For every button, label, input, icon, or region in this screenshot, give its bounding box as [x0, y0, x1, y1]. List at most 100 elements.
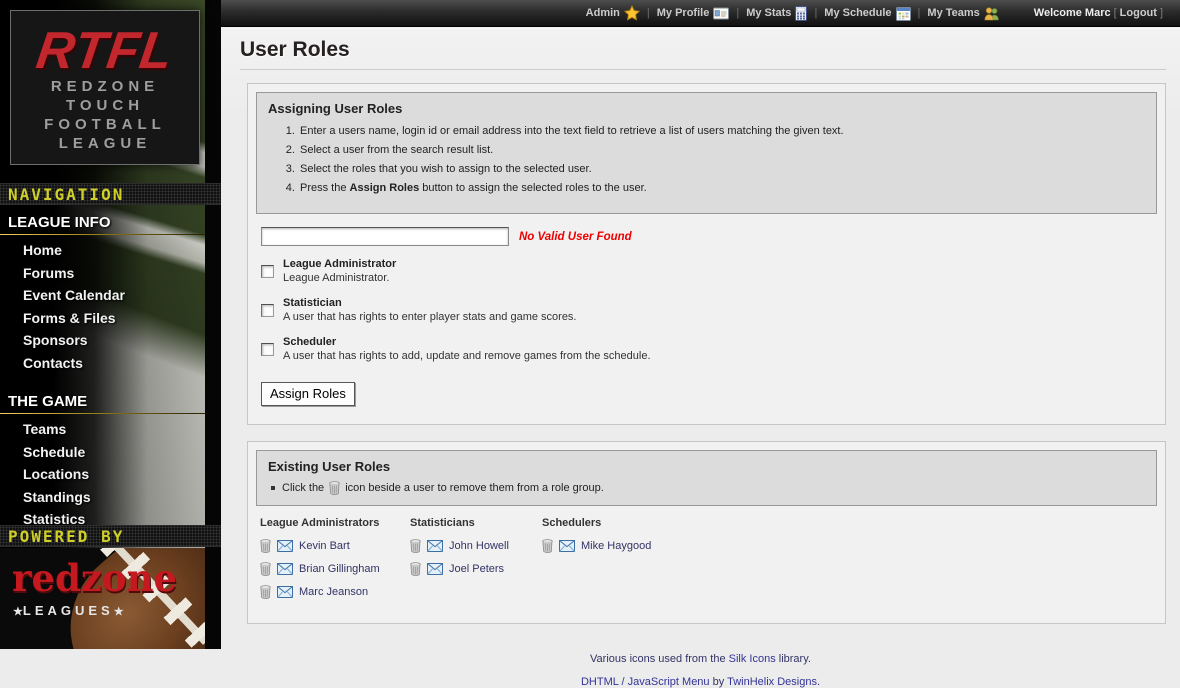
title-divider — [240, 69, 1166, 70]
main-content: User Roles Assigning User Roles Enter a … — [221, 27, 1180, 649]
silk-icons-link[interactable]: Silk Icons — [729, 653, 776, 665]
statistician-checkbox[interactable] — [261, 304, 274, 317]
topbar-my-schedule[interactable]: My Schedule — [824, 6, 910, 21]
remove-user-button[interactable] — [410, 539, 421, 553]
sidebar-item-forms-files[interactable]: Forms & Files — [0, 307, 205, 330]
instruction-step: Select the roles that you wish to assign… — [298, 163, 1145, 176]
user-link[interactable]: Marc Jeanson — [299, 586, 368, 598]
assigning-instructions-box: Assigning User Roles Enter a users name,… — [256, 92, 1157, 214]
instruction-step: Enter a users name, login id or email ad… — [298, 125, 1145, 138]
existing-roles-panel: Existing User Roles Click the icon besid… — [247, 441, 1166, 624]
topbar-separator: | — [918, 7, 921, 19]
user-link[interactable]: Joel Peters — [449, 563, 504, 575]
sidebar-item-contacts[interactable]: Contacts — [0, 352, 205, 375]
user-link[interactable]: Brian Gillingham — [299, 563, 380, 575]
logout-bracket: [ — [1114, 7, 1117, 19]
nav-gap — [0, 374, 205, 386]
star-glyph: ★ — [114, 606, 124, 618]
remove-user-button[interactable] — [410, 562, 421, 576]
user-link[interactable]: Mike Haygood — [581, 540, 651, 552]
instruction-text: Select the roles that you wish to assign… — [300, 163, 592, 175]
topbar-my-teams[interactable]: My Teams — [927, 6, 999, 21]
topbar-my-profile-label: My Profile — [657, 7, 710, 19]
email-icon[interactable] — [559, 540, 575, 552]
topbar-my-stats[interactable]: My Stats — [746, 6, 807, 21]
nav-underline — [0, 413, 205, 414]
remove-user-button[interactable] — [260, 585, 271, 599]
instruction-text: Press the — [300, 182, 350, 194]
league-logo-line: LEAGUE — [11, 134, 199, 153]
role-label: League Administrator — [283, 258, 396, 271]
email-icon[interactable] — [427, 563, 443, 575]
email-icon[interactable] — [427, 540, 443, 552]
topbar-separator: | — [736, 7, 739, 19]
assign-roles-button[interactable]: Assign Roles — [261, 382, 355, 406]
role-option-row: Scheduler A user that has rights to add,… — [261, 336, 1157, 363]
remove-user-button[interactable] — [260, 539, 271, 553]
welcome-text: Welcome Marc — [1034, 7, 1111, 19]
twinhelix-link[interactable]: TwinHelix Designs — [727, 676, 817, 688]
sidebar-item-event-calendar[interactable]: Event Calendar — [0, 284, 205, 307]
star-glyph: ★ — [13, 606, 23, 618]
role-description: League Administrator. — [283, 272, 396, 285]
nav-section-league-info: LEAGUE INFO — [0, 207, 205, 234]
search-status-message: No Valid User Found — [519, 231, 632, 243]
bullet-square — [271, 486, 275, 490]
role-label: Scheduler — [283, 336, 651, 349]
footer-credits-icons: Various icons used from the Silk Icons l… — [221, 653, 1180, 665]
footer-text: by — [710, 676, 728, 688]
sidebar-item-locations[interactable]: Locations — [0, 463, 205, 486]
footer-text: . — [817, 676, 820, 688]
role-option-row: League Administrator League Administrato… — [261, 258, 1157, 285]
group-statisticians: Statisticians John Howell Joel Peters — [410, 517, 542, 607]
user-search-input[interactable] — [261, 227, 509, 246]
calendar-icon — [896, 6, 911, 21]
sidebar: RTFL REDZONE TOUCH FOOTBALL LEAGUE NAVIG… — [0, 0, 221, 649]
topbar: Admin | My Profile | My Stats | My Sched… — [221, 0, 1180, 27]
dhtml-menu-link[interactable]: DHTML / JavaScript Menu — [581, 676, 710, 688]
user-row: Mike Haygood — [542, 538, 651, 554]
leagues-text: LEAGUES — [23, 603, 114, 618]
redzone-leagues-logo: redzone ★LEAGUES★ — [0, 548, 205, 649]
remove-user-button[interactable] — [260, 562, 271, 576]
sidebar-item-standings[interactable]: Standings — [0, 486, 205, 509]
user-link[interactable]: Kevin Bart — [299, 540, 350, 552]
logout-link[interactable]: Logout — [1120, 7, 1157, 19]
topbar-admin[interactable]: Admin — [586, 5, 640, 21]
sidebar-right-strip — [205, 0, 221, 649]
user-link[interactable]: John Howell — [449, 540, 509, 552]
topbar-my-teams-label: My Teams — [927, 7, 979, 19]
league-logo: RTFL REDZONE TOUCH FOOTBALL LEAGUE — [10, 10, 200, 165]
topbar-my-profile[interactable]: My Profile — [657, 7, 730, 20]
existing-roles-header-box: Existing User Roles Click the icon besid… — [256, 450, 1157, 506]
group-title: League Administrators — [260, 517, 410, 529]
instruction-text: Enter a users name, login id or email ad… — [300, 125, 844, 137]
role-description: A user that has rights to enter player s… — [283, 311, 577, 324]
email-icon[interactable] — [277, 586, 293, 598]
star-icon — [624, 5, 640, 21]
sidebar-item-schedule[interactable]: Schedule — [0, 441, 205, 464]
league-logo-acronym: RTFL — [7, 25, 202, 77]
email-icon[interactable] — [277, 540, 293, 552]
sidebar-item-home[interactable]: Home — [0, 239, 205, 262]
instruction-bold-text: Assign Roles — [350, 182, 420, 194]
sidebar-item-sponsors[interactable]: Sponsors — [0, 329, 205, 352]
user-row: Marc Jeanson — [260, 584, 410, 600]
nav-underline — [0, 234, 205, 235]
remove-user-button[interactable] — [542, 539, 553, 553]
league-logo-line: FOOTBALL — [11, 115, 199, 134]
role-description: A user that has rights to add, update an… — [283, 350, 651, 363]
email-icon[interactable] — [277, 563, 293, 575]
league-administrator-checkbox[interactable] — [261, 265, 274, 278]
logout-bracket: ] — [1160, 7, 1163, 19]
vcard-icon — [713, 7, 729, 20]
sidebar-item-teams[interactable]: Teams — [0, 418, 205, 441]
scheduler-checkbox[interactable] — [261, 343, 274, 356]
calculator-icon — [795, 6, 807, 21]
instruction-list: Enter a users name, login id or email ad… — [298, 125, 1145, 195]
sidebar-item-forums[interactable]: Forums — [0, 262, 205, 285]
user-row: Brian Gillingham — [260, 561, 410, 577]
topbar-separator: | — [647, 7, 650, 19]
remove-note-post: icon beside a user to remove them from a… — [345, 482, 604, 494]
navigation-header: NAVIGATION — [0, 183, 221, 205]
